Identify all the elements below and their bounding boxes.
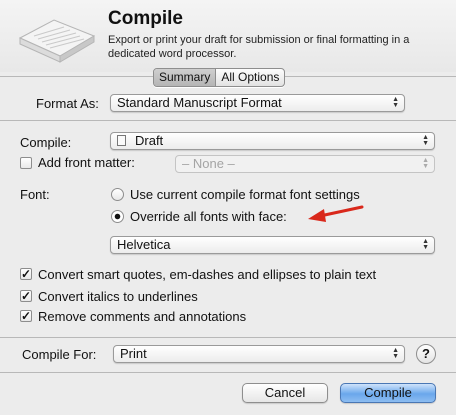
popup-arrows-icon: ▲ ▼ [392,96,399,109]
dialog-title: Compile [108,8,183,29]
compile-label: Compile: [20,135,72,150]
radio-current-font[interactable] [111,188,124,201]
remove-comments-label: Remove comments and annotations [38,309,247,324]
format-as-value: Standard Manuscript Format [117,95,282,110]
popup-arrows-icon: ▲ ▼ [422,157,429,170]
popup-arrows-icon: ▲ ▼ [392,347,399,360]
compile-for-value: Print [120,346,147,361]
footer-divider [0,372,456,373]
font-face-popup[interactable]: Helvetica ▲ ▼ [110,236,435,254]
tab-summary[interactable]: Summary [154,69,217,86]
radio-current-font-label: Use current compile format font settings [130,187,360,202]
compile-popup[interactable]: Draft ▲ ▼ [110,132,435,150]
cancel-button[interactable]: Cancel [242,383,328,403]
document-icon [117,135,126,146]
front-matter-popup: – None – ▲ ▼ [175,155,435,173]
remove-comments-checkbox[interactable]: ✓ [20,310,32,322]
popup-arrows-icon: ▲ ▼ [422,238,429,251]
smart-quotes-label: Convert smart quotes, em-dashes and elli… [38,267,377,282]
help-button[interactable]: ? [416,344,436,364]
front-matter-checkbox[interactable] [20,157,32,169]
format-as-label: Format As: [36,96,99,111]
options-divider [0,337,456,338]
popup-arrows-icon: ▲ ▼ [422,134,429,147]
dialog-description: Export or print your draft for submissio… [108,34,410,60]
compile-value: Draft [135,133,164,148]
manuscript-icon [14,6,100,66]
front-matter-label: Add front matter: [38,155,135,170]
radio-override-font-label: Override all fonts with face: [130,209,287,224]
radio-override-font[interactable] [111,210,124,223]
compile-button[interactable]: Compile [340,383,436,403]
font-label: Font: [20,187,50,202]
italics-label: Convert italics to underlines [38,289,198,304]
compile-for-label: Compile For: [22,347,97,362]
format-divider [0,120,456,121]
view-tabs: Summary All Options [153,68,286,87]
format-as-popup[interactable]: Standard Manuscript Format ▲ ▼ [110,94,405,112]
compile-for-popup[interactable]: Print ▲ ▼ [113,345,405,363]
italics-checkbox[interactable]: ✓ [20,290,32,302]
smart-quotes-checkbox[interactable]: ✓ [20,268,32,280]
font-face-value: Helvetica [117,237,171,252]
annotation-arrow [304,202,364,224]
tab-all-options[interactable]: All Options [216,69,284,86]
front-matter-value: – None – [182,156,235,171]
